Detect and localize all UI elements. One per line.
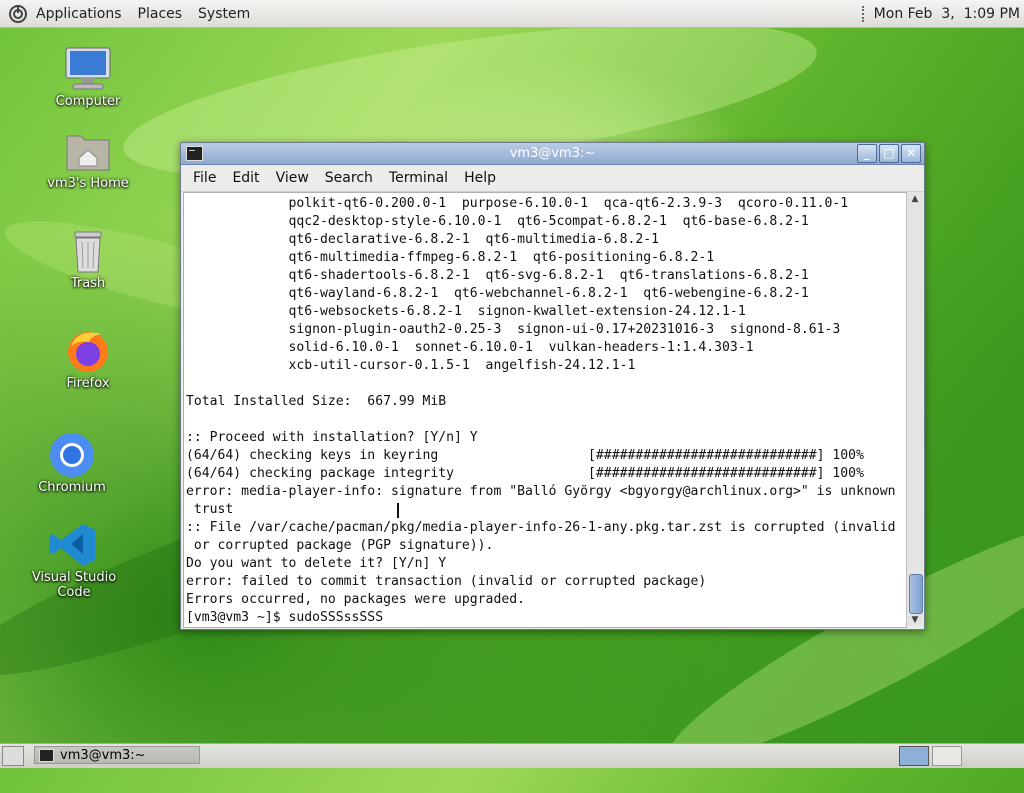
computer-icon [63,46,113,92]
text-cursor-icon [397,503,399,518]
desktop-icon-chromium[interactable]: Chromium [17,432,127,495]
terminal-icon [39,749,54,762]
top-panel-right: Mon Feb 3, 1:09 PM [861,0,1020,27]
menu-search[interactable]: Search [317,170,381,186]
terminal-line: polkit-qt6-0.200.0-1 purpose-6.10.0-1 qc… [186,196,849,211]
vscode-icon [49,522,99,568]
top-panel: Applications Places System Mon Feb 3, 1:… [0,0,1024,28]
terminal-line: qt6-multimedia-ffmpeg-6.8.2-1 qt6-positi… [186,250,715,265]
terminal-line: error: media-player-info: signature from… [186,484,896,499]
window-titlebar[interactable]: vm3@vm3:~ _ □ ✕ [181,143,924,165]
scrollbar-thumb[interactable] [909,574,923,614]
desktop-icon-vscode[interactable]: Visual Studio Code [19,522,129,600]
show-desktop-button[interactable] [2,746,24,766]
menu-system[interactable]: System [190,6,258,22]
terminal-line: (64/64) checking package integrity [####… [186,466,864,481]
terminal-line: Do you want to delete it? [Y/n] Y [186,556,447,571]
menu-places[interactable]: Places [130,6,191,22]
workspace-2[interactable] [932,746,962,766]
terminal-output[interactable]: polkit-qt6-0.200.0-1 purpose-6.10.0-1 qc… [183,192,907,628]
terminal-line: qqc2-desktop-style-6.10.0-1 qt6-5compat-… [186,214,809,229]
maximize-button[interactable]: □ [879,144,899,163]
terminal-line: qt6-wayland-6.8.2-1 qt6-webchannel-6.8.2… [186,286,809,301]
terminal-line: qt6-websockets-6.8.2-1 signon-kwallet-ex… [186,304,746,319]
menu-help[interactable]: Help [456,170,504,186]
desktop-icon-label: Trash [70,276,106,291]
terminal-line: (64/64) checking keys in keyring [######… [186,448,864,463]
desktop-icon-home[interactable]: vm3's Home [33,128,143,191]
terminal-line: qt6-declarative-6.8.2-1 qt6-multimedia-6… [186,232,659,247]
window-menubar: File Edit View Search Terminal Help [181,165,924,192]
clock[interactable]: Mon Feb 3, 1:09 PM [874,6,1020,22]
menu-applications[interactable]: Applications [28,6,130,22]
taskbar-window-label: vm3@vm3:~ [60,748,146,763]
desktop-icon-label: Computer [55,94,121,109]
terminal-line: Total Installed Size: 667.99 MiB [186,394,447,409]
panel-separator [861,5,868,22]
distro-logo-icon[interactable] [8,4,28,24]
desktop-icon-label: vm3's Home [47,176,129,191]
menu-file[interactable]: File [185,170,224,186]
terminal-text: polkit-qt6-0.200.0-1 purpose-6.10.0-1 qc… [184,193,906,627]
menu-edit[interactable]: Edit [224,170,267,186]
terminal-prompt-line: [vm3@vm3 ~]$ sudoSSSssSSS [186,610,384,625]
chromium-icon [47,432,97,478]
terminal-line: or corrupted package (PGP signature)). [186,538,494,553]
desktop-icon-label: Visual Studio Code [31,570,117,600]
terminal-line: Errors occurred, no packages were upgrad… [186,592,525,607]
terminal-line: signon-plugin-oauth2-0.25-3 signon-ui-0.… [186,322,841,337]
terminal-icon [186,146,203,161]
desktop-icon-label: Chromium [38,480,106,495]
firefox-icon [63,328,113,374]
home-folder-icon [63,128,113,174]
desktop-icon-computer[interactable]: Computer [33,46,143,109]
terminal-line: solid-6.10.0-1 sonnet-6.10.0-1 vulkan-he… [186,340,754,355]
workspace-1[interactable] [899,746,929,766]
terminal-window[interactable]: vm3@vm3:~ _ □ ✕ File Edit View Search Te… [180,142,925,630]
close-button[interactable]: ✕ [901,144,921,163]
terminal-scrollbar[interactable]: ▲ ▼ [906,192,923,626]
scroll-up-arrow-icon[interactable]: ▲ [907,192,923,206]
terminal-line: xcb-util-cursor-0.1.5-1 angelfish-24.12.… [186,358,636,373]
desktop-icon-label: Firefox [66,376,110,391]
terminal-line: error: failed to commit transaction (inv… [186,574,707,589]
desktop-icon-firefox[interactable]: Firefox [33,328,143,391]
terminal-line: :: File /var/cache/pacman/pkg/media-play… [186,520,896,535]
taskbar-window-button[interactable]: vm3@vm3:~ [34,746,200,764]
minimize-button[interactable]: _ [857,144,877,163]
scroll-down-arrow-icon[interactable]: ▼ [907,614,923,626]
window-title: vm3@vm3:~ [509,146,596,161]
menu-view[interactable]: View [268,170,317,186]
terminal-line: qt6-shadertools-6.8.2-1 qt6-svg-6.8.2-1 … [186,268,809,283]
terminal-line: trust [186,502,234,517]
terminal-line: :: Proceed with installation? [Y/n] Y [186,430,478,445]
desktop-icon-trash[interactable]: Trash [33,228,143,291]
trash-icon [63,228,113,274]
menu-terminal[interactable]: Terminal [381,170,456,186]
bottom-panel: vm3@vm3:~ [0,743,1024,768]
